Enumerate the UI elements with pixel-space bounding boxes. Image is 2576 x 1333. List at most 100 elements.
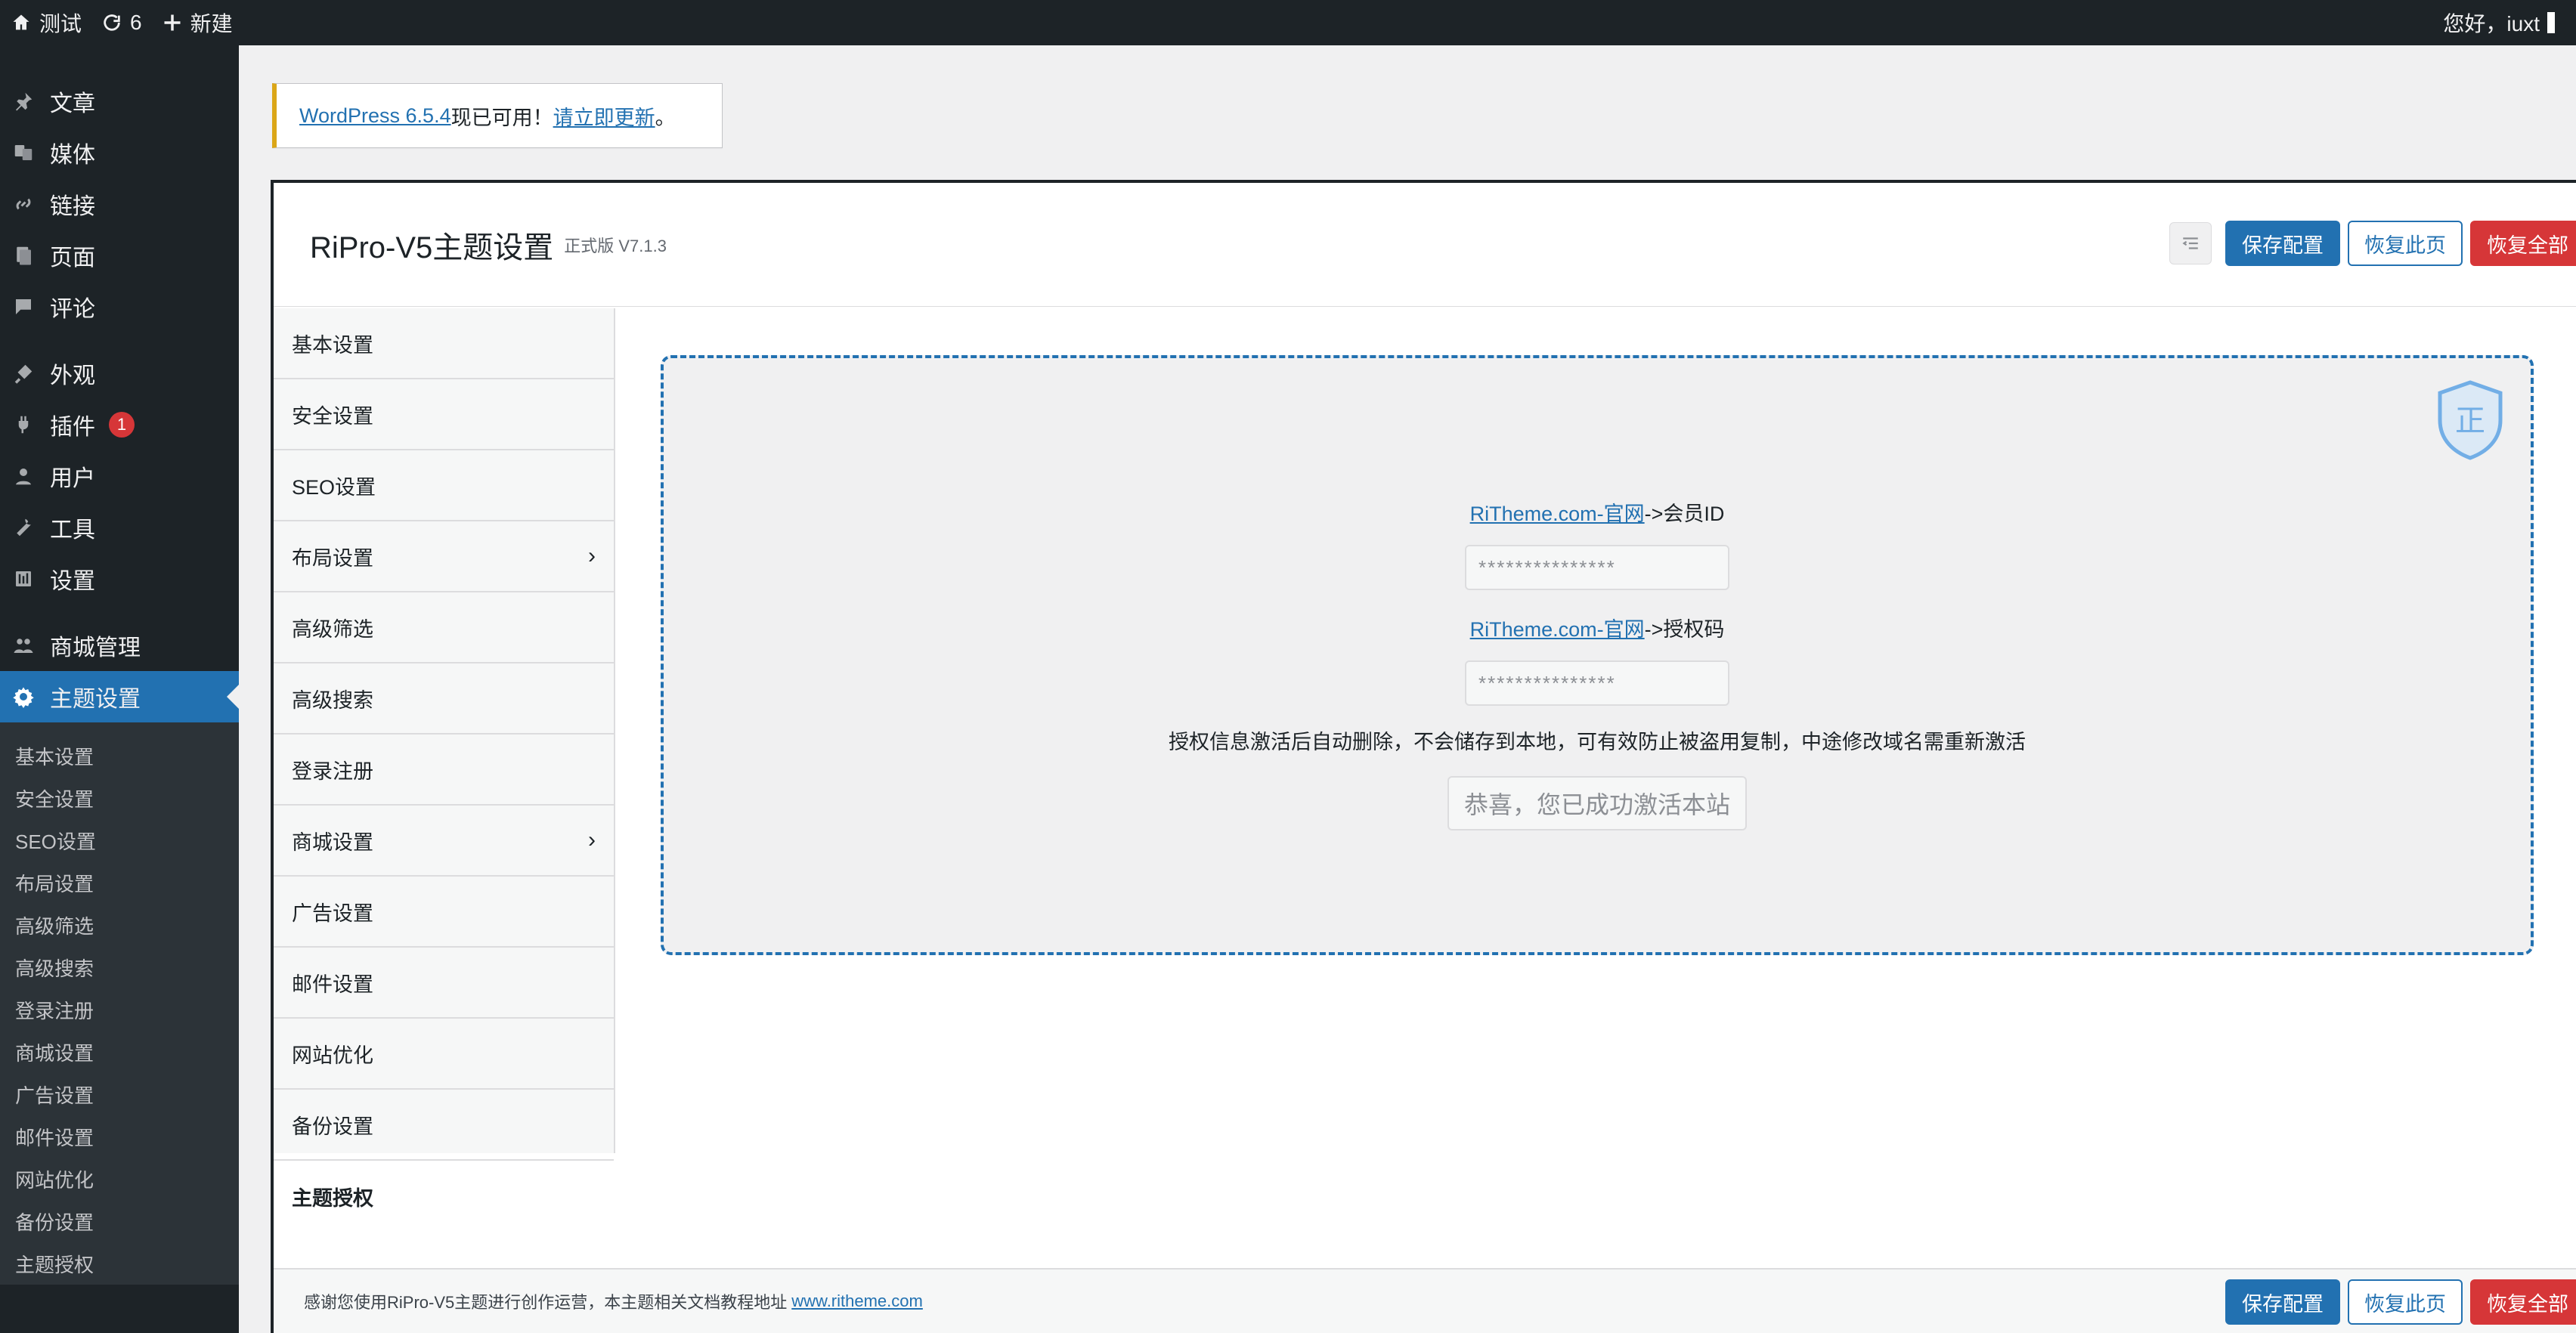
nav-item-mail[interactable]: 邮件设置	[274, 948, 614, 1019]
activation-success-button[interactable]: 恭喜，您已成功激活本站	[1447, 776, 1747, 830]
nav-item-shop[interactable]: 商城设置 ›	[274, 806, 614, 877]
license-hint: 授权信息激活后自动删除，不会储存到本地，可有效防止被盗用复制，中途修改域名需重新…	[1169, 731, 2026, 753]
plugins-icon	[11, 412, 36, 438]
nav-item-filter[interactable]: 高级筛选	[274, 592, 614, 663]
nav-item-basic[interactable]: 基本设置	[274, 308, 614, 379]
save-config-button[interactable]: 保存配置	[2225, 1279, 2340, 1325]
avatar	[2547, 12, 2555, 33]
updates-link[interactable]: 6	[101, 11, 142, 35]
member-id-input[interactable]: ***************	[1465, 545, 1729, 590]
footer-actions: 保存配置 恢复此页 恢复全部	[2225, 1279, 2576, 1325]
update-notice: WordPress 6.5.4 现已可用！ 请立即更新 。	[272, 83, 723, 148]
menu-item-tools[interactable]: 工具	[0, 502, 239, 553]
member-suffix: ->会员ID	[1644, 503, 1725, 525]
menu-separator	[0, 605, 239, 620]
reset-page-button[interactable]: 恢复此页	[2348, 221, 2463, 266]
menu-item-settings[interactable]: 设置	[0, 553, 239, 605]
ritheme-code-link[interactable]: RiTheme.com-官网	[1470, 618, 1645, 641]
nav-item-login[interactable]: 登录注册	[274, 735, 614, 806]
nav-label: 高级搜索	[292, 688, 373, 712]
submenu-item[interactable]: 网站优化	[0, 1158, 239, 1200]
submenu-item[interactable]: 登录注册	[0, 988, 239, 1031]
pages-icon	[11, 243, 36, 268]
menu-separator	[0, 332, 239, 348]
toggle-menu-icon[interactable]	[2169, 222, 2212, 264]
wordpress-version-link[interactable]: WordPress 6.5.4	[299, 104, 451, 128]
greeting: 您好，iuxt	[2443, 12, 2540, 36]
menu-item-appearance[interactable]: 外观	[0, 348, 239, 399]
menu-item-pages[interactable]: 页面	[0, 230, 239, 281]
theme-settings-panel: RiPro-V5主题设置 正式版 V7.1.3 保存配置 恢复此页 恢复全部 基…	[271, 180, 2576, 1333]
nav-label: 高级筛选	[292, 617, 373, 641]
submenu-item[interactable]: SEO设置	[0, 819, 239, 861]
notice-text: 现已可用！	[450, 106, 553, 129]
footer-text: 感谢您使用RiPro-V5主题进行创作运营，本主题相关文档教程地址	[304, 1293, 788, 1312]
nav-item-backup[interactable]: 备份设置	[274, 1090, 614, 1161]
pin-icon	[11, 88, 36, 114]
menu-label: 主题设置	[50, 687, 141, 712]
docs-link[interactable]: www.ritheme.com	[791, 1291, 923, 1311]
menu-item-media[interactable]: 媒体	[0, 127, 239, 178]
nav-item-security[interactable]: 安全设置	[274, 379, 614, 450]
ritheme-member-link[interactable]: RiTheme.com-官网	[1470, 503, 1645, 525]
site-name: 测试	[39, 12, 82, 36]
submenu-item[interactable]: 商城设置	[0, 1031, 239, 1073]
update-now-link[interactable]: 请立即更新	[553, 101, 655, 131]
submenu-item[interactable]: 邮件设置	[0, 1115, 239, 1158]
notice-suffix: 。	[655, 106, 676, 129]
header-actions: 保存配置 恢复此页 恢复全部	[2169, 221, 2576, 266]
menu-label: 商城管理	[50, 636, 141, 660]
menu-item-posts[interactable]: 文章	[0, 76, 239, 127]
account-menu[interactable]: 您好，iuxt	[2443, 8, 2565, 38]
reset-all-button[interactable]: 恢复全部	[2470, 1279, 2576, 1325]
panel-header: RiPro-V5主题设置 正式版 V7.1.3 保存配置 恢复此页 恢复全部	[274, 183, 2576, 307]
reset-all-button[interactable]: 恢复全部	[2470, 221, 2576, 266]
nav-label: 备份设置	[292, 1115, 373, 1138]
nav-item-seo[interactable]: SEO设置	[274, 450, 614, 521]
menu-item-plugins[interactable]: 插件 1	[0, 399, 239, 450]
menu-item-links[interactable]: 链接	[0, 178, 239, 230]
submenu-item[interactable]: 备份设置	[0, 1200, 239, 1242]
code-suffix: ->授权码	[1644, 618, 1725, 641]
menu-item-shop-management[interactable]: 商城管理	[0, 620, 239, 671]
nav-label: 广告设置	[292, 902, 373, 925]
tools-icon	[11, 515, 36, 540]
nav-label: 主题授权	[292, 1186, 373, 1210]
panel-body: 基本设置 安全设置 SEO设置 布局设置 › 高级筛选 高级搜索 登录注册 商城设…	[274, 308, 2576, 1268]
nav-label: 邮件设置	[292, 973, 373, 996]
menu-item-users[interactable]: 用户	[0, 450, 239, 502]
license-code-input[interactable]: ***************	[1465, 660, 1729, 706]
submenu-item[interactable]: 布局设置	[0, 861, 239, 904]
site-home-link[interactable]: 测试	[11, 8, 82, 38]
shield-text: 正	[2455, 404, 2485, 438]
reset-page-button[interactable]: 恢复此页	[2348, 1279, 2463, 1325]
submenu-item[interactable]: 安全设置	[0, 777, 239, 819]
plugins-update-badge: 1	[109, 412, 135, 438]
submenu-item[interactable]: 高级搜索	[0, 946, 239, 988]
submenu-item[interactable]: 高级筛选	[0, 904, 239, 946]
menu-item-theme-settings[interactable]: 主题设置	[0, 671, 239, 722]
version-label: 正式版 V7.1.3	[564, 236, 667, 255]
nav-label: 基本设置	[292, 333, 373, 357]
plus-icon	[162, 12, 183, 33]
nav-label: 布局设置	[292, 546, 373, 570]
nav-label: SEO设置	[292, 475, 376, 499]
submenu-item[interactable]: 基本设置	[0, 735, 239, 777]
nav-item-search[interactable]: 高级搜索	[274, 663, 614, 735]
menu-label: 文章	[50, 91, 95, 116]
submenu-item[interactable]: 广告设置	[0, 1073, 239, 1115]
new-content-link[interactable]: 新建	[162, 8, 233, 38]
nav-item-ads[interactable]: 广告设置	[274, 877, 614, 948]
nav-item-optimize[interactable]: 网站优化	[274, 1019, 614, 1090]
nav-label: 网站优化	[292, 1044, 373, 1067]
nav-item-layout[interactable]: 布局设置 ›	[274, 521, 614, 592]
nav-item-license[interactable]: 主题授权	[274, 1161, 614, 1232]
nav-label: 登录注册	[292, 759, 373, 783]
submenu-item[interactable]: 主题授权	[0, 1242, 239, 1285]
main-content: WordPress 6.5.4 现已可用！ 请立即更新 。 RiPro-V5主题…	[239, 45, 2576, 1333]
gear-icon	[11, 684, 36, 710]
media-icon	[11, 140, 36, 165]
save-config-button[interactable]: 保存配置	[2225, 221, 2340, 266]
menu-item-comments[interactable]: 评论	[0, 281, 239, 332]
menu-label: 用户	[50, 466, 95, 491]
